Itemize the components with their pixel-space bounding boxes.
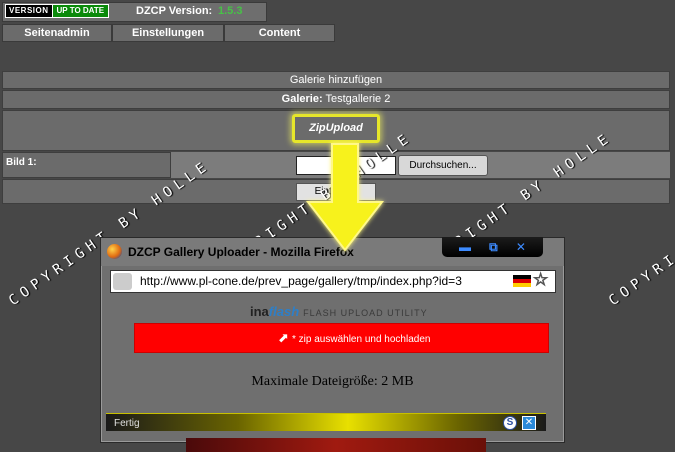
zip-upload-button[interactable]: ZipUpload xyxy=(292,114,380,143)
addon-x-icon[interactable]: ✕ xyxy=(522,416,536,430)
addon-s-icon[interactable]: S xyxy=(503,416,517,430)
bookmark-star-icon[interactable]: ☆ xyxy=(532,270,548,290)
window-controls: ▬ ⧉ ✕ xyxy=(442,237,543,257)
inaflash-tagline: FLASH UPLOAD UTILITY xyxy=(303,308,428,318)
version-badge: VERSION UP TO DATE xyxy=(5,4,110,18)
gallery-name: Testgallerie 2 xyxy=(325,93,391,105)
status-bar xyxy=(106,413,546,431)
dzcp-version-value: 1.5.3 xyxy=(218,5,243,17)
version-badge-label: VERSION xyxy=(6,5,52,17)
inaflash-brand-a: ina xyxy=(250,304,269,319)
upload-hint[interactable]: * zip auswählen und hochladen xyxy=(292,334,430,345)
admin-nav: Seitenadmin Einstellungen Content xyxy=(2,24,335,42)
arrow-down-icon xyxy=(305,143,385,252)
german-flag-icon xyxy=(513,275,531,287)
image-label: Bild 1: xyxy=(6,157,37,168)
close-icon[interactable]: ✕ xyxy=(516,240,526,254)
dzcp-version-label: DZCP Version: xyxy=(136,5,213,17)
background-image-strip xyxy=(186,438,486,452)
form-heading: Galerie hinzufügen xyxy=(2,71,670,89)
restore-icon[interactable]: ⧉ xyxy=(489,240,498,255)
version-badge-status: UP TO DATE xyxy=(51,5,109,17)
browse-button[interactable]: Durchsuchen... xyxy=(398,155,488,176)
gallery-row: Galerie: Testgallerie 2 xyxy=(2,90,670,109)
max-file-size: Maximale Dateigröße: 2 MB xyxy=(251,374,414,389)
nav-seitenadmin[interactable]: Seitenadmin xyxy=(2,24,112,42)
inaflash-brand-b: flash xyxy=(268,304,300,319)
status-text: Fertig xyxy=(114,418,140,429)
inaflash-logo: inaflash FLASH UPLOAD UTILITY xyxy=(250,304,428,319)
nav-einstellungen[interactable]: Einstellungen xyxy=(112,24,224,42)
nav-content[interactable]: Content xyxy=(224,24,335,42)
minimize-icon[interactable]: ▬ xyxy=(459,240,471,254)
url-text[interactable]: http://www.pl-cone.de/prev_page/gallery/… xyxy=(140,274,462,288)
cursor-icon: ⬈ xyxy=(278,330,289,345)
site-identity-icon[interactable] xyxy=(113,273,132,290)
gallery-label: Galerie: xyxy=(281,93,323,105)
firefox-icon xyxy=(107,244,122,259)
